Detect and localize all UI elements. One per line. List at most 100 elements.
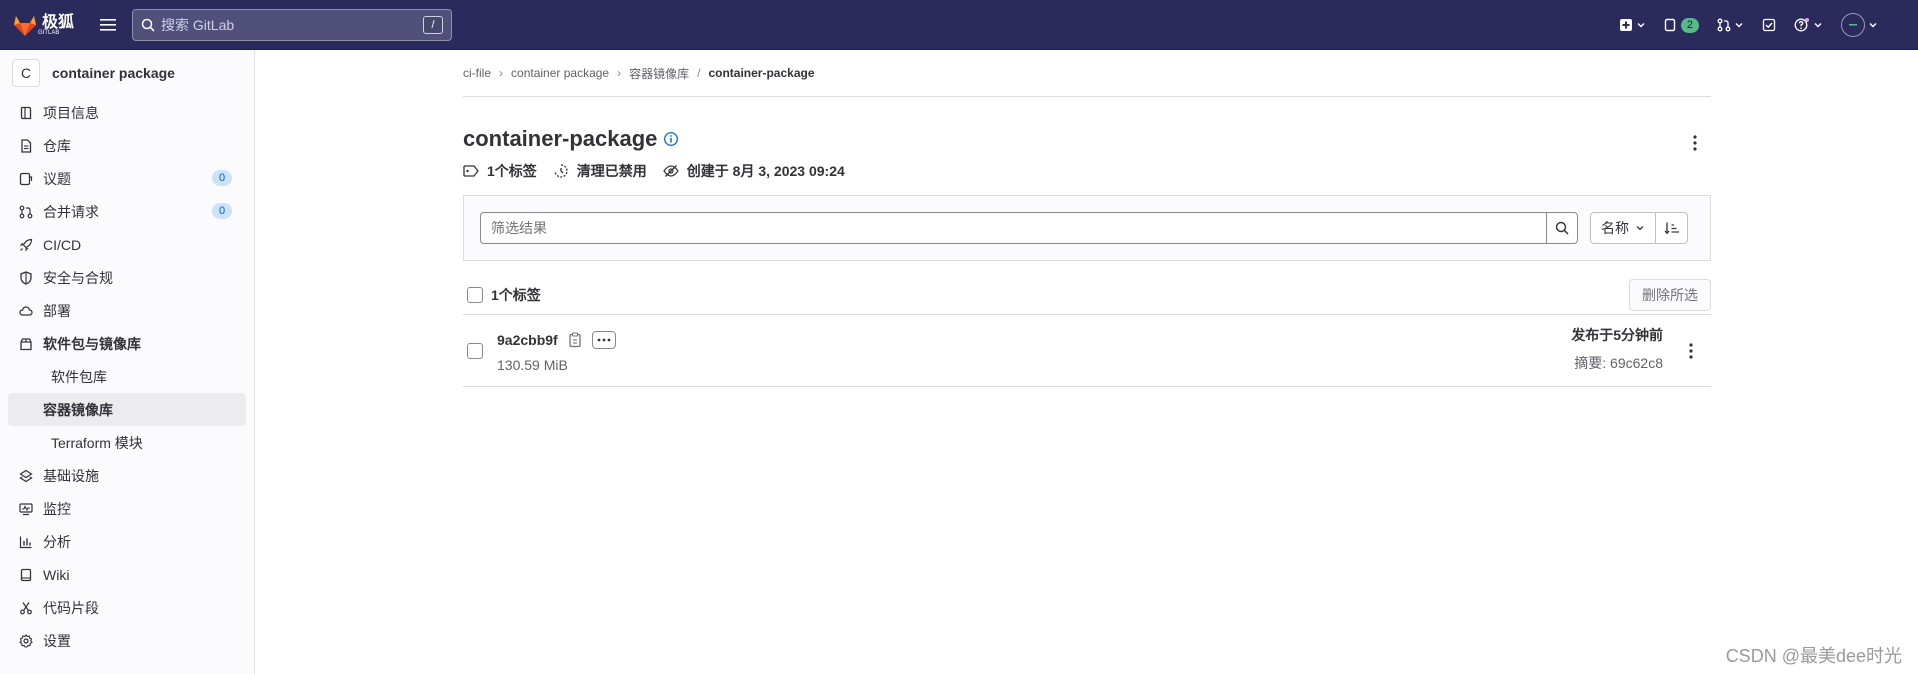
info-icon[interactable] bbox=[663, 131, 679, 147]
merge-request-icon bbox=[18, 204, 34, 220]
clock-disabled-icon bbox=[554, 164, 568, 178]
sidebar-item-packages[interactable]: 软件包与镜像库 bbox=[0, 327, 254, 360]
sort-field-dropdown[interactable]: 名称 bbox=[1590, 212, 1656, 244]
tag-publish-info: 发布于5分钟前 摘要: 69c62c8 bbox=[1571, 325, 1663, 373]
sort-field-label: 名称 bbox=[1601, 220, 1629, 236]
sidebar-item-infrastructure[interactable]: 基础设施 bbox=[0, 459, 254, 492]
infra-icon bbox=[18, 468, 34, 484]
page-actions-menu[interactable] bbox=[1679, 127, 1711, 159]
filter-search-button[interactable] bbox=[1546, 212, 1578, 244]
tag-name[interactable]: 9a2cbb9f bbox=[497, 332, 558, 348]
sidebar-item-analytics[interactable]: 分析 bbox=[0, 525, 254, 558]
main-content: ci-file › container package › 容器镜像库 / co… bbox=[463, 50, 1711, 387]
create-new-button[interactable] bbox=[1619, 18, 1646, 32]
row-actions-menu[interactable] bbox=[1679, 335, 1703, 367]
search-shortcut-key: / bbox=[423, 15, 443, 34]
search-box[interactable]: 搜索 GitLab / bbox=[132, 8, 452, 41]
sidebar-subitem-package-registry[interactable]: 软件包库 bbox=[8, 360, 246, 393]
gear-icon bbox=[18, 633, 34, 649]
breadcrumb: ci-file › container package › 容器镜像库 / co… bbox=[463, 50, 1711, 97]
search-icon bbox=[141, 18, 155, 32]
search-icon bbox=[1555, 221, 1569, 235]
sidebar-item-security[interactable]: 安全与合规 bbox=[0, 261, 254, 294]
user-menu-button[interactable] bbox=[1841, 13, 1878, 37]
select-all-checkbox[interactable] bbox=[467, 286, 483, 303]
sidebar-item-merge-requests[interactable]: 合并请求 0 bbox=[0, 195, 254, 228]
sidebar-item-label: 设置 bbox=[43, 632, 71, 649]
issues-button[interactable]: 2 bbox=[1664, 17, 1699, 33]
chevron-down-icon bbox=[1735, 23, 1743, 28]
merge-request-icon bbox=[1717, 18, 1731, 32]
sidebar-subitem-label: Terraform 模块 bbox=[51, 434, 143, 451]
hamburger-icon bbox=[100, 18, 116, 31]
sidebar-item-settings[interactable]: 设置 bbox=[0, 624, 254, 657]
project-avatar: C bbox=[12, 59, 40, 87]
tags-list-header: 1个标签 删除所选 bbox=[463, 275, 1711, 315]
breadcrumb-current[interactable]: container-package bbox=[708, 66, 814, 80]
filter-input[interactable]: 筛选结果 bbox=[480, 212, 1546, 244]
shield-icon bbox=[18, 270, 34, 286]
sidebar-item-label: 分析 bbox=[43, 533, 71, 550]
more-details-button[interactable] bbox=[591, 330, 616, 349]
published-time: 发布于5分钟前 bbox=[1571, 327, 1663, 343]
sidebar-item-snippets[interactable]: 代码片段 bbox=[0, 591, 254, 624]
sort-direction-button[interactable] bbox=[1656, 212, 1688, 244]
fox-logo-icon bbox=[14, 15, 36, 36]
filter-bar: 筛选结果 名称 bbox=[463, 195, 1711, 261]
sidebar-subitem-terraform-modules[interactable]: Terraform 模块 bbox=[8, 426, 246, 459]
sidebar-item-label: 部署 bbox=[43, 302, 71, 319]
help-button[interactable] bbox=[1794, 18, 1823, 32]
tag-icon bbox=[463, 165, 479, 177]
top-navbar: 极狐 GITLAB 搜索 GitLab / 2 bbox=[0, 0, 1918, 50]
monitor-icon bbox=[18, 501, 34, 517]
sidebar-item-cicd[interactable]: CI/CD bbox=[0, 228, 254, 261]
sort-control: 名称 bbox=[1590, 212, 1688, 244]
issues-icon bbox=[1664, 18, 1676, 32]
table-row: 9a2cbb9f 130.59 MiB 发布于5分钟前 摘要: 69c62c8 bbox=[463, 315, 1711, 387]
sidebar-item-repository[interactable]: 仓库 bbox=[0, 129, 254, 162]
copy-button[interactable] bbox=[568, 331, 582, 348]
sidebar-item-label: 安全与合规 bbox=[43, 269, 113, 286]
breadcrumb-item-container-registry[interactable]: 容器镜像库 bbox=[629, 65, 689, 82]
sidebar-item-wiki[interactable]: Wiki bbox=[0, 558, 254, 591]
sidebar-subitem-container-registry[interactable]: 容器镜像库 bbox=[8, 393, 246, 426]
gitlab-logo[interactable]: 极狐 GITLAB bbox=[12, 13, 76, 37]
tags-count-label: 1个标签 bbox=[491, 286, 541, 303]
sidebar-item-deployments[interactable]: 部署 bbox=[0, 294, 254, 327]
merge-requests-button[interactable] bbox=[1717, 18, 1744, 32]
meta-tags-label: 1个标签 bbox=[487, 163, 537, 179]
tag-size: 130.59 MiB bbox=[497, 356, 568, 373]
left-sidebar: C container package 项目信息 仓库 议题 0 合并请求 0 … bbox=[0, 50, 255, 674]
meta-created-date: 创建于 8月 3, 2023 09:24 bbox=[663, 161, 845, 181]
sidebar-item-monitor[interactable]: 监控 bbox=[0, 492, 254, 525]
sidebar-item-label: Wiki bbox=[43, 566, 70, 583]
rocket-icon bbox=[18, 237, 34, 253]
sidebar-item-label: CI/CD bbox=[43, 236, 82, 253]
page-title-row: container-package bbox=[463, 125, 1711, 153]
project-name: container package bbox=[52, 65, 175, 81]
todos-button[interactable] bbox=[1762, 18, 1776, 32]
doc-icon bbox=[18, 138, 34, 154]
chevron-down-icon bbox=[1637, 23, 1645, 28]
breadcrumb-item-ci-file[interactable]: ci-file bbox=[463, 66, 491, 80]
info-book-icon bbox=[18, 105, 34, 121]
sidebar-item-label: 项目信息 bbox=[43, 104, 99, 121]
chart-icon bbox=[18, 534, 34, 550]
tag-info: 9a2cbb9f 130.59 MiB bbox=[497, 329, 616, 373]
chevron-down-icon bbox=[1869, 23, 1877, 28]
menu-button[interactable] bbox=[96, 13, 120, 37]
row-checkbox[interactable] bbox=[467, 342, 483, 359]
help-question-icon bbox=[1794, 18, 1809, 32]
user-avatar bbox=[1841, 13, 1865, 37]
watermark: CSDN @最美dee时光 bbox=[1725, 646, 1902, 666]
sidebar-project-header[interactable]: C container package bbox=[0, 50, 254, 96]
meta-cleanup-status: 清理已禁用 bbox=[553, 161, 647, 181]
sidebar-item-project-info[interactable]: 项目信息 bbox=[0, 96, 254, 129]
sidebar-item-label: 仓库 bbox=[43, 137, 71, 154]
sidebar-item-label: 监控 bbox=[43, 500, 71, 517]
sidebar-item-issues[interactable]: 议题 0 bbox=[0, 162, 254, 195]
delete-selected-button[interactable]: 删除所选 bbox=[1629, 279, 1711, 311]
breadcrumb-item-project[interactable]: container package bbox=[511, 66, 609, 80]
sort-ascending-icon bbox=[1664, 222, 1679, 235]
topbar-actions: 2 bbox=[1619, 0, 1878, 50]
